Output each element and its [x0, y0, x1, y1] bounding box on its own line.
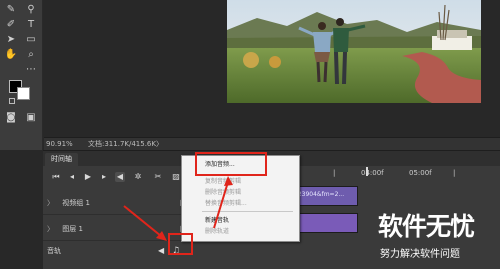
watermark-title: 软件无忧: [378, 212, 475, 241]
watermark-subtitle: 努力解决软件问题: [380, 249, 460, 260]
watermark: 软件无忧 努力解决软件问题: [378, 202, 500, 269]
